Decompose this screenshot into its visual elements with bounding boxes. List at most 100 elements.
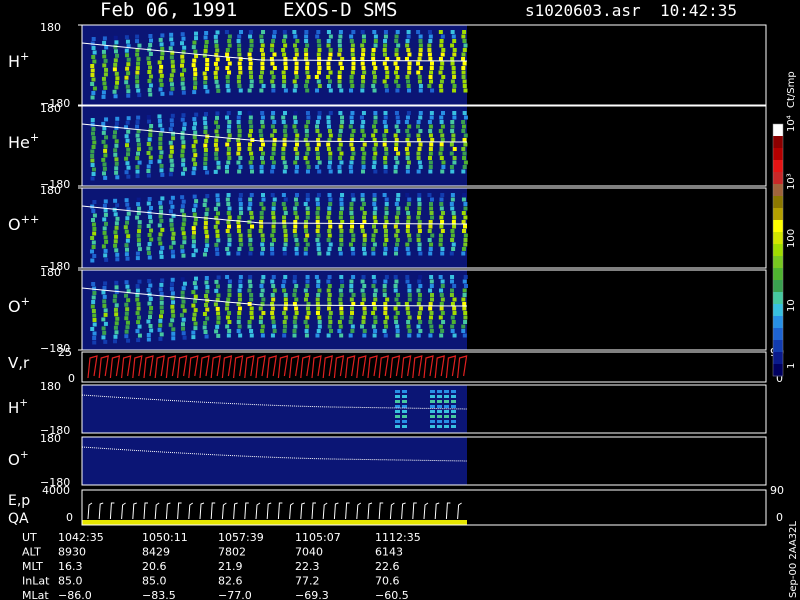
header-date: Feb 06, 1991: [100, 0, 237, 21]
spectrogram-cell: [361, 202, 366, 206]
spectrogram-cell: [270, 115, 275, 120]
spectrogram-cell: [406, 48, 411, 52]
spectrogram-cell: [316, 284, 321, 288]
spectrogram-cell: [92, 291, 97, 295]
spectrogram-cell: [360, 224, 365, 229]
spectrogram-cell: [405, 242, 410, 247]
spectrogram-cell: [203, 121, 208, 125]
spectrogram-cell: [124, 243, 129, 248]
spectrogram-cell: [339, 151, 344, 156]
spectrogram-cell: [237, 48, 242, 52]
spectrogram-cell: [451, 410, 456, 413]
spectrogram-cell: [101, 290, 106, 295]
spectrogram-cell: [294, 215, 299, 220]
spectrogram-cell: [112, 89, 117, 94]
spectrogram-cell: [361, 297, 366, 302]
spectrogram-cell: [225, 324, 230, 329]
spectrogram-cell: [350, 215, 355, 220]
spectrogram-cell: [193, 285, 198, 290]
spectrogram-cell: [205, 89, 210, 94]
spectrogram-cell: [272, 324, 277, 329]
spectrogram-cell: [202, 252, 207, 257]
spectrogram-cell: [394, 251, 399, 256]
spectrogram-cell: [135, 311, 140, 316]
spectrogram-cell: [360, 206, 365, 211]
spectrogram-cell: [406, 142, 411, 147]
spectrogram-cell: [395, 66, 400, 70]
spectrogram-cell: [383, 165, 388, 169]
spectrogram-cell: [168, 127, 173, 132]
spectrogram-cell: [328, 151, 333, 156]
spectrogram-cell: [406, 320, 411, 324]
spectrogram-cell: [405, 75, 410, 79]
spectrogram-cell: [395, 395, 400, 398]
spectrogram-cell: [259, 79, 264, 84]
spectrogram-cell: [382, 79, 387, 84]
spectrogram-cell: [283, 229, 288, 233]
spectrogram-cell: [135, 39, 140, 44]
spectrogram-cell: [372, 279, 377, 284]
spectrogram-cell: [126, 89, 131, 94]
spectrogram-cell: [361, 75, 366, 79]
spectrogram-cell: [247, 233, 252, 238]
spectrogram-cell: [338, 288, 343, 293]
spectrogram-cell: [294, 306, 299, 311]
spectrogram-cell: [405, 224, 410, 229]
spectrogram-cell: [417, 75, 422, 79]
spectrogram-cell: [282, 30, 287, 34]
spectrogram-cell: [327, 306, 332, 311]
spectrogram-cell: [215, 229, 220, 234]
spectrogram-cell: [192, 208, 197, 213]
spectrogram-cell: [439, 215, 444, 220]
spectrogram-cell: [282, 169, 287, 174]
spectrogram-cell: [181, 113, 186, 118]
spectrogram-cell: [337, 147, 342, 151]
spectrogram-cell: [349, 297, 354, 302]
spectrogram-cell: [91, 136, 96, 140]
spectrogram-cell: [461, 329, 466, 333]
spectrogram-cell: [205, 285, 210, 289]
spectrogram-cell: [214, 242, 219, 247]
spectrogram-cell: [416, 61, 421, 66]
spectrogram-cell: [259, 39, 264, 43]
spectrogram-cell: [169, 245, 174, 250]
spectrogram-cell: [373, 115, 378, 120]
spectrogram-cell: [418, 320, 423, 324]
spectrogram-cell: [170, 122, 175, 127]
spectrogram-cell: [169, 149, 174, 154]
spectrogram-cell: [429, 111, 434, 115]
spectrogram-cell: [126, 152, 131, 157]
spectrogram-cell: [224, 306, 229, 311]
spectrogram-cell: [394, 142, 399, 147]
colorbar-swatch: [773, 184, 783, 197]
spectrogram-cell: [238, 279, 243, 284]
spectrogram-cell: [169, 77, 174, 82]
spectrogram-cell: [248, 30, 253, 34]
spectrogram-cell: [158, 37, 163, 42]
spectrogram-cell: [238, 193, 243, 197]
spectrogram-cell: [338, 156, 343, 160]
spectrogram-cell: [304, 129, 309, 133]
spectrogram-cell: [126, 129, 131, 134]
spectrogram-cell: [339, 211, 344, 215]
spectrogram-cell: [349, 202, 354, 206]
spectrogram-cell: [395, 333, 400, 338]
spectrogram-cell: [337, 133, 342, 138]
spectrogram-cell: [293, 197, 298, 202]
spectrogram-cell: [407, 52, 412, 57]
spectrogram-cell: [215, 84, 220, 89]
spectrogram-cell: [428, 333, 433, 338]
spectrogram-cell: [91, 145, 96, 149]
spectrogram-cell: [338, 34, 343, 39]
spectrogram-cell: [101, 90, 106, 95]
spectrogram-cell: [205, 62, 210, 67]
spectrogram-cell: [261, 297, 266, 302]
spectrogram-cell: [103, 308, 108, 313]
spectrogram-cell: [238, 70, 243, 75]
spectrogram-cell: [462, 151, 467, 156]
spectrogram-cell: [393, 275, 398, 279]
spectrogram-cell: [113, 94, 118, 99]
spectrogram-cell: [126, 165, 131, 170]
spectrogram-cell: [227, 34, 232, 39]
spectrogram-cell: [271, 111, 276, 115]
